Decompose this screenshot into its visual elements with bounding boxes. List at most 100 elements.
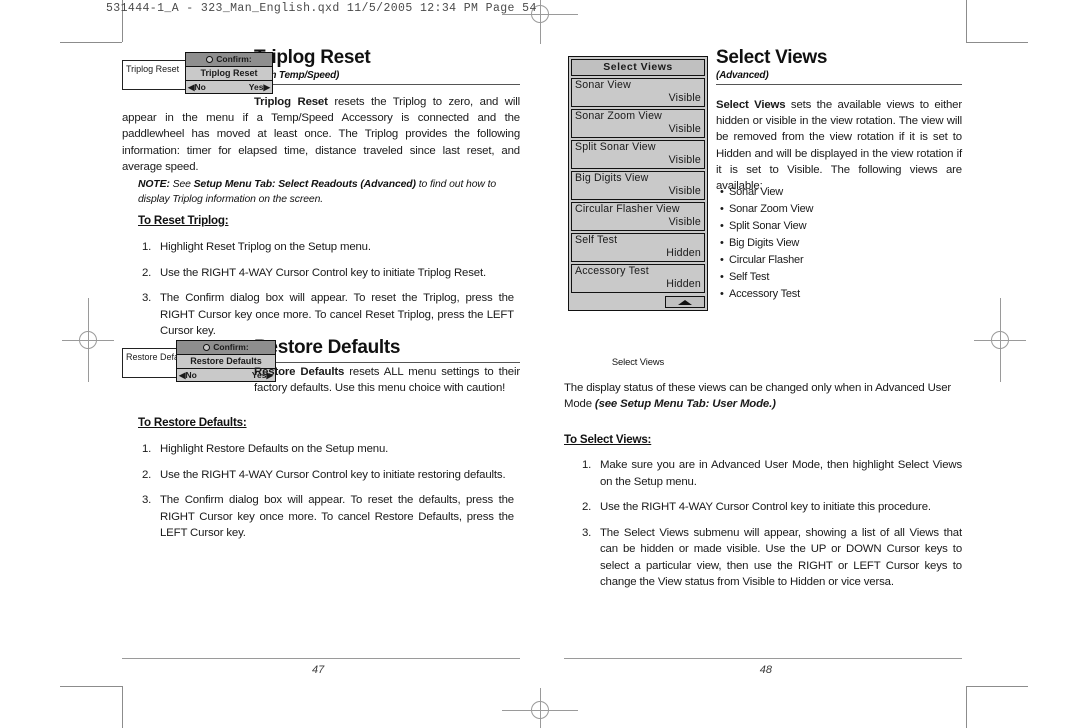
row-label: Self Test	[575, 234, 618, 246]
step-text: The Confirm dialog box will appear. To r…	[160, 494, 514, 540]
list-item: • Split Sonar View	[720, 218, 962, 235]
step-number: 3.	[142, 494, 152, 507]
view-name: Accessory Test	[729, 288, 800, 301]
confirm-yes-button[interactable]: Yes▶	[249, 81, 270, 93]
page-number: 47	[312, 664, 325, 676]
select-views-subheading: (Advanced)	[716, 69, 769, 81]
step-number: 1.	[142, 241, 152, 253]
list-item: 1. Highlight Restore Defaults on the Set…	[138, 441, 514, 458]
select-views-row-sonar-zoom-view[interactable]: Sonar Zoom View Visible	[571, 109, 705, 138]
bullet-icon: •	[720, 271, 724, 284]
select-views-row-self-test[interactable]: Self Test Hidden	[571, 233, 705, 262]
list-item: 3. The Confirm dialog box will appear. T…	[138, 290, 514, 340]
list-item: 1. Make sure you are in Advanced User Mo…	[578, 457, 962, 490]
view-name: Split Sonar View	[729, 220, 807, 233]
triplog-procedure-title: To Reset Triplog:	[138, 214, 229, 227]
row-value: Visible	[668, 123, 701, 135]
step-number: 2.	[142, 468, 152, 481]
note-label: NOTE:	[138, 179, 170, 191]
select-views-body-text: sets the available views to either hidde…	[716, 99, 962, 192]
step-number: 2.	[582, 501, 592, 514]
page-title: Select Views	[716, 47, 828, 68]
row-value: Visible	[668, 154, 701, 166]
select-views-heading-block: Select Views (Advanced)	[716, 47, 962, 86]
page-number: 48	[759, 664, 772, 676]
row-label: Big Digits View	[575, 172, 649, 184]
select-views-row-big-digits-view[interactable]: Big Digits View Visible	[571, 171, 705, 200]
step-number: 3.	[582, 526, 592, 539]
triplog-heading-block: Triplog Reset (with Temp/Speed)	[254, 47, 520, 86]
restore-steps: 1. Highlight Restore Defaults on the Set…	[138, 432, 514, 542]
confirm-dialog-header: Confirm:	[186, 53, 272, 67]
triplog-subheading: (with Temp/Speed)	[254, 69, 340, 81]
step-text: Use the RIGHT 4-WAY Cursor Control key t…	[160, 266, 486, 279]
view-name: Sonar View	[729, 186, 784, 198]
page-right: Select Views Sonar View Visible Sonar Zo…	[564, 0, 962, 728]
list-item: 3. The Confirm dialog box will appear. T…	[138, 492, 514, 542]
restore-procedure-title: To Restore Defaults:	[138, 416, 247, 429]
confirm-circle-icon	[206, 56, 214, 64]
confirm-no-button[interactable]: ◀No	[179, 369, 197, 381]
select-views-row-circular-flasher-view[interactable]: Circular Flasher View Visible	[571, 202, 705, 231]
step-text: Highlight Restore Defaults on the Setup …	[160, 443, 389, 455]
page-title: Triplog Reset	[254, 47, 371, 68]
bullet-icon: •	[720, 203, 724, 216]
step-text: Highlight Reset Triplog on the Setup men…	[160, 241, 371, 253]
list-item: 2. Use the RIGHT 4-WAY Cursor Control ke…	[138, 467, 514, 484]
restore-heading: Restore Defaults	[254, 337, 401, 358]
page-left: Triplog Reset (with Temp/Speed) Triplog …	[122, 0, 520, 728]
list-item: 3. The Select Views submenu will appear,…	[578, 525, 962, 591]
confirm-no-label: No	[194, 82, 206, 92]
right-arrow-icon: ▶	[263, 82, 270, 92]
row-value: Visible	[668, 185, 701, 197]
note-pre: See	[169, 179, 194, 191]
list-item: 1. Highlight Reset Triplog on the Setup …	[138, 239, 514, 256]
triplog-body-lead: Triplog Reset	[254, 96, 328, 108]
step-number: 1.	[582, 459, 592, 471]
triplog-menu-item-label: Triplog Reset	[126, 64, 180, 74]
step-number: 2.	[142, 266, 152, 279]
confirm-yes-label: Yes	[248, 82, 264, 92]
figure-caption: Select Views	[611, 356, 665, 367]
row-label: Circular Flasher View	[575, 203, 680, 215]
list-item: • Circular Flasher	[720, 252, 962, 269]
select-views-row-sonar-view[interactable]: Sonar View Visible	[571, 78, 705, 107]
confirm-no-label: No	[185, 370, 197, 380]
triplog-confirm-dialog[interactable]: Confirm: Triplog Reset ◀No Yes▶	[185, 52, 273, 94]
list-item: 2. Use the RIGHT 4-WAY Cursor Control ke…	[578, 499, 962, 516]
confirm-dialog-header: Confirm:	[177, 341, 275, 355]
row-value: Hidden	[666, 278, 701, 290]
restore-body-lead: Restore Defaults	[254, 366, 345, 378]
triplog-body-paragraph: Triplog Reset resets the Triplog to zero…	[122, 94, 520, 175]
select-views-menu[interactable]: Select Views Sonar View Visible Sonar Zo…	[568, 56, 708, 311]
footer-divider	[122, 658, 520, 659]
footer-divider	[564, 658, 962, 659]
select-views-body-paragraph: Select Views sets the available views to…	[716, 97, 962, 194]
confirm-header-label: Confirm:	[213, 342, 249, 352]
bullet-icon: •	[720, 186, 724, 198]
select-views-row-split-sonar-view[interactable]: Split Sonar View Visible	[571, 140, 705, 169]
confirm-header-label: Confirm:	[216, 54, 252, 64]
restore-heading-block: Restore Defaults	[254, 337, 520, 364]
row-label: Sonar View	[575, 79, 631, 91]
row-value: Hidden	[666, 247, 701, 259]
list-item: • Big Digits View	[720, 235, 962, 252]
heading-divider	[254, 83, 520, 86]
row-value: Visible	[668, 216, 701, 228]
confirm-circle-icon	[203, 344, 211, 352]
bullet-icon: •	[720, 254, 724, 267]
chevron-up-icon	[678, 300, 692, 305]
scroll-up-button[interactable]	[665, 296, 705, 308]
list-item: • Accessory Test	[720, 286, 962, 303]
list-item: • Sonar Zoom View	[720, 201, 962, 218]
confirm-no-button[interactable]: ◀No	[188, 81, 206, 93]
bullet-icon: •	[720, 237, 724, 250]
select-views-row-accessory-test[interactable]: Accessory Test Hidden	[571, 264, 705, 293]
select-views-body-lead: Select Views	[716, 99, 786, 111]
row-value: Visible	[668, 92, 701, 104]
select-views-procedure-title: To Select Views:	[564, 433, 652, 446]
row-label: Sonar Zoom View	[575, 110, 663, 122]
row-label: Split Sonar View	[575, 141, 656, 153]
view-name: Circular Flasher	[729, 254, 804, 267]
step-text: The Confirm dialog box will appear. To r…	[160, 292, 514, 338]
